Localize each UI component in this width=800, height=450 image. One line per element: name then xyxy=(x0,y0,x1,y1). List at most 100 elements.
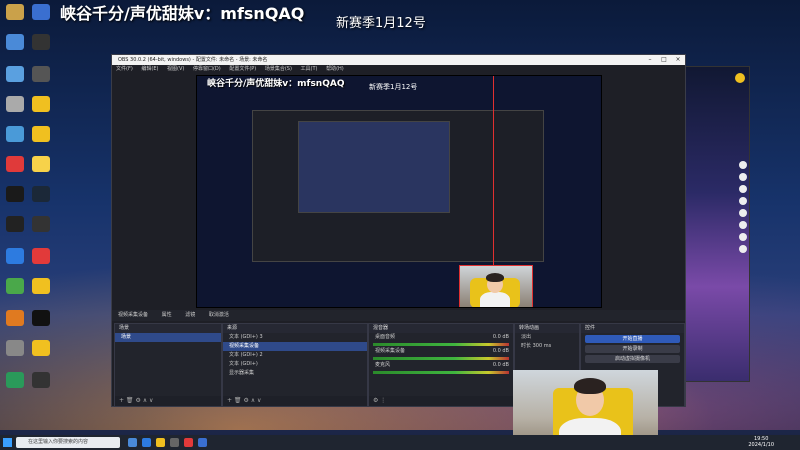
source-item[interactable]: 文本 (GDI+) 2 xyxy=(223,351,367,360)
stream-overlay-title: 峡谷千分/声优甜妹v：mfsnQAQ xyxy=(60,4,305,23)
obs-titlebar[interactable]: OBS 30.0.2 (64-bit, windows) - 配置文件: 未命名… xyxy=(112,55,685,65)
windows-taskbar: 在这里输入你要搜索的内容 19:50 2024/1/10 xyxy=(0,435,800,450)
properties-button[interactable]: 属性 xyxy=(162,312,172,318)
transitions-header: 转场动画 xyxy=(515,324,579,333)
mixer-track-name: 麦克风 0.0 dB xyxy=(375,362,509,368)
desktop-icon[interactable] xyxy=(32,216,50,232)
task-view-icon[interactable] xyxy=(128,438,137,447)
app-taskbar-icon[interactable] xyxy=(184,438,193,447)
desktop-icon[interactable] xyxy=(32,248,50,264)
desktop-icon[interactable] xyxy=(32,66,50,82)
mixer-header: 混音器 xyxy=(369,324,513,333)
close-icon[interactable]: × xyxy=(671,55,685,65)
obs-taskbar-icon[interactable] xyxy=(170,438,179,447)
scenes-dock: 场景 场景 + 🗑 ⚙ ∧ ∨ xyxy=(114,323,222,407)
maximize-icon[interactable]: □ xyxy=(657,55,671,65)
desktop-icon[interactable] xyxy=(6,340,24,356)
desktop-icon[interactable] xyxy=(32,4,50,20)
mixer-footer: ⚙ ⋮ xyxy=(369,396,513,406)
desktop-icon[interactable] xyxy=(6,96,24,112)
app-toolbar-icon[interactable] xyxy=(739,161,747,169)
desktop-icon[interactable] xyxy=(6,126,24,142)
volume-meter[interactable] xyxy=(373,343,509,346)
app-taskbar-icon[interactable] xyxy=(198,438,207,447)
streamer-hair xyxy=(574,378,606,394)
scene-item[interactable]: 场景 xyxy=(115,333,221,342)
preview-overlay-title: 峡谷千分/声优甜妹v：mfsnQAQ xyxy=(207,79,345,89)
obs-window-title: OBS 30.0.2 (64-bit, windows) - 配置文件: 未命名… xyxy=(118,57,268,63)
desktop-icon[interactable] xyxy=(32,278,50,294)
desktop-icon[interactable] xyxy=(6,34,24,50)
desktop-icon[interactable] xyxy=(6,310,24,326)
app-toolbar-icon[interactable] xyxy=(739,185,747,193)
app-toolbar-icon[interactable] xyxy=(739,245,747,253)
taskbar-search-input[interactable]: 在这里输入你要搜索的内容 xyxy=(16,437,120,448)
obs-window[interactable]: OBS 30.0.2 (64-bit, windows) - 配置文件: 未命名… xyxy=(111,54,686,407)
menu-docks[interactable]: 停靠窗口(D) xyxy=(193,66,221,72)
filters-button[interactable]: 滤镜 xyxy=(185,312,195,318)
desktop-icon[interactable] xyxy=(32,156,50,172)
desktop-icon[interactable] xyxy=(32,372,50,388)
start-recording-button[interactable]: 开始录制 xyxy=(585,345,680,353)
desktop-icon[interactable] xyxy=(32,126,50,142)
transition-duration[interactable]: 时长 300 ms xyxy=(515,342,579,351)
desktop-icon[interactable] xyxy=(32,310,50,326)
desktop-icon[interactable] xyxy=(32,186,50,202)
start-icon[interactable] xyxy=(3,438,12,447)
menu-profile[interactable]: 配置文件(P) xyxy=(229,66,256,72)
app-toolbar-icon[interactable] xyxy=(739,173,747,181)
selected-source-label: 视频采集设备 xyxy=(118,312,149,318)
right-side-app-window[interactable] xyxy=(680,66,750,382)
source-item[interactable]: 文本 (GDI+) 3 xyxy=(223,333,367,342)
app-toolbar-icon[interactable] xyxy=(739,233,747,241)
sources-header: 来源 xyxy=(223,324,367,333)
source-item[interactable]: 显示器采集 xyxy=(223,369,367,378)
explorer-icon[interactable] xyxy=(156,438,165,447)
desktop-icon[interactable] xyxy=(6,66,24,82)
scenes-header: 场景 xyxy=(115,324,221,333)
deactivate-button[interactable]: 取消激活 xyxy=(209,312,229,318)
menu-edit[interactable]: 编辑(E) xyxy=(141,66,158,72)
transition-type-select[interactable]: 淡出 xyxy=(515,333,579,342)
desktop-icon[interactable] xyxy=(6,278,24,294)
desktop-icons xyxy=(0,0,110,420)
desktop-icon[interactable] xyxy=(32,340,50,356)
app-toolbar-icon[interactable] xyxy=(739,221,747,229)
desktop-icon[interactable] xyxy=(32,96,50,112)
desktop-icon[interactable] xyxy=(6,4,24,20)
menu-file[interactable]: 文件(F) xyxy=(116,66,133,72)
stream-overlay-subtitle: 新赛季1月12号 xyxy=(336,16,426,31)
desktop-icon[interactable] xyxy=(6,216,24,232)
desktop-icon[interactable] xyxy=(32,34,50,50)
person-hair xyxy=(486,273,504,282)
start-virtual-camera-button[interactable]: 启动虚拟摄像机 xyxy=(585,355,680,363)
app-toolbar-icon[interactable] xyxy=(739,197,747,205)
source-item[interactable]: 视频采集设备 xyxy=(223,342,367,351)
desktop-icon[interactable] xyxy=(6,156,24,172)
preview-webcam-source[interactable] xyxy=(459,265,533,307)
app-toolbar-icon[interactable] xyxy=(739,209,747,217)
taskbar-clock[interactable]: 19:50 2024/1/10 xyxy=(748,436,774,448)
nested-obs-capture-inner xyxy=(298,121,450,213)
sources-footer: + 🗑 ⚙ ∧ ∨ xyxy=(223,396,367,406)
obs-menubar: 文件(F) 编辑(E) 视图(V) 停靠窗口(D) 配置文件(P) 场景集合(S… xyxy=(112,65,685,74)
menu-view[interactable]: 视图(V) xyxy=(167,66,184,72)
obs-preview-canvas[interactable]: 峡谷千分/声优甜妹v：mfsnQAQ 新赛季1月12号 xyxy=(196,75,602,308)
edge-icon[interactable] xyxy=(142,438,151,447)
mixer-track-name: 桌面音频 0.0 dB xyxy=(375,334,509,340)
app-side-toolbar xyxy=(737,157,749,257)
source-toolbar: 视频采集设备 属性 滤镜 取消激活 xyxy=(112,310,685,321)
source-item[interactable]: 文本 (GDI+) xyxy=(223,360,367,369)
menu-scene-collection[interactable]: 场景集合(S) xyxy=(265,66,292,72)
person xyxy=(480,292,510,307)
volume-meter[interactable] xyxy=(373,357,509,360)
audio-mixer-dock: 混音器 桌面音频 0.0 dB 视频采集设备 0.0 dB 麦克风 0.0 dB… xyxy=(368,323,514,407)
menu-tools[interactable]: 工具(T) xyxy=(301,66,318,72)
volume-meter[interactable] xyxy=(373,371,509,374)
minimize-icon[interactable]: – xyxy=(643,55,657,65)
desktop-icon[interactable] xyxy=(6,372,24,388)
menu-help[interactable]: 帮助(H) xyxy=(326,66,344,72)
desktop-icon[interactable] xyxy=(6,186,24,202)
start-streaming-button[interactable]: 开始直播 xyxy=(585,335,680,343)
desktop-icon[interactable] xyxy=(6,248,24,264)
